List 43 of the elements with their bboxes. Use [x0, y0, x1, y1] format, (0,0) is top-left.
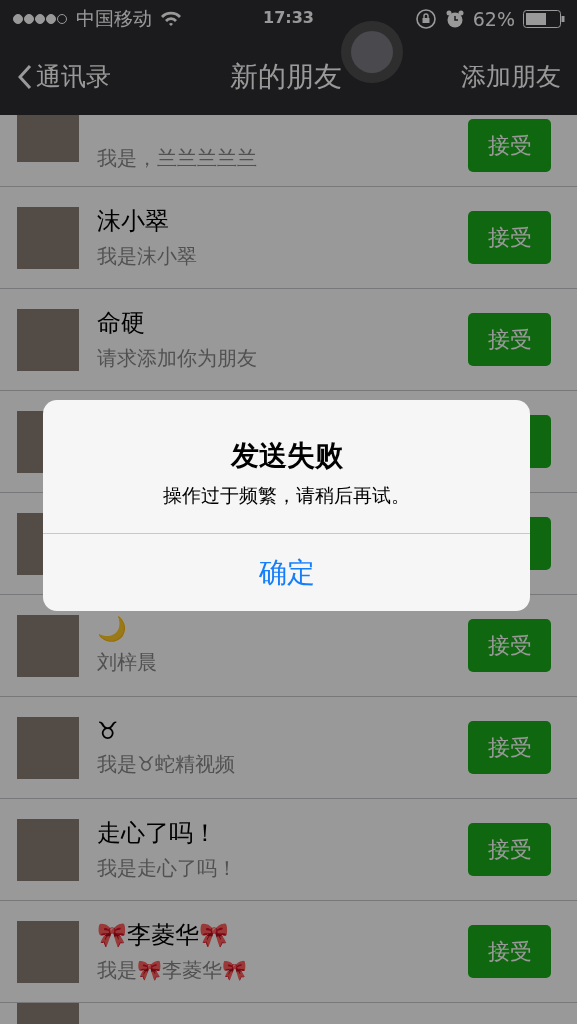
alert-message: 操作过于频繁，请稍后再试。 [163, 483, 410, 508]
battery-icon [523, 10, 565, 28]
contact-name: 🌙 [97, 615, 128, 643]
chevron-left-icon [18, 63, 32, 90]
request-message: 刘梓晨 [97, 649, 158, 676]
accept-button[interactable]: 接受 [468, 313, 551, 366]
avatar-photo-placeholder [17, 920, 79, 983]
assistive-touch-icon[interactable] [340, 20, 404, 84]
signal-icon [12, 13, 68, 25]
avatar-photo-placeholder [17, 308, 79, 371]
avatar-photo-placeholder [17, 614, 79, 677]
accept-button[interactable]: 接受 [468, 721, 551, 774]
carrier-name: 中国移动 [76, 6, 152, 31]
accept-button[interactable]: 接受 [468, 823, 551, 876]
contact-name: 走心了吗！ [97, 818, 218, 849]
request-message: 我是走心了吗！ [97, 855, 238, 882]
alert-title: 发送失败 [230, 438, 343, 474]
confirm-button[interactable]: 确定 [43, 533, 530, 611]
battery-percentage: 62% [472, 8, 515, 30]
accept-button[interactable]: 接受 [468, 619, 551, 672]
alarm-icon [444, 9, 465, 29]
contact-name: ♉ [97, 717, 120, 745]
accept-button[interactable]: 接受 [468, 119, 551, 172]
request-message: 我是♉蛇精视频 [97, 751, 236, 778]
avatar-photo-placeholder [17, 206, 79, 269]
contact-name: 🎀李菱华🎀 [97, 920, 230, 951]
contact-name: 沫小翠 [97, 206, 170, 237]
avatar-photo-placeholder [17, 716, 79, 779]
status-time: 17:33 [263, 8, 314, 27]
avatar-photo-placeholder [17, 115, 79, 162]
request-message: 我是🎀李菱华🎀 [97, 957, 248, 984]
add-friend-button[interactable]: 添加朋友 [461, 60, 561, 93]
back-button[interactable]: 通讯录 [18, 60, 111, 93]
wifi-icon [160, 11, 182, 27]
request-message: 我是，兰兰兰兰兰 [97, 145, 258, 172]
accept-button[interactable]: 接受 [468, 925, 551, 978]
request-message: 请求添加你为朋友 [97, 345, 258, 372]
page-title: 新的朋友 [229, 58, 343, 95]
contact-name: 命硬 [97, 308, 146, 339]
accept-button[interactable]: 接受 [468, 211, 551, 264]
avatar-photo-placeholder [17, 818, 79, 881]
request-message: 我是沫小翠 [97, 243, 198, 270]
rotation-lock-icon [414, 8, 437, 30]
